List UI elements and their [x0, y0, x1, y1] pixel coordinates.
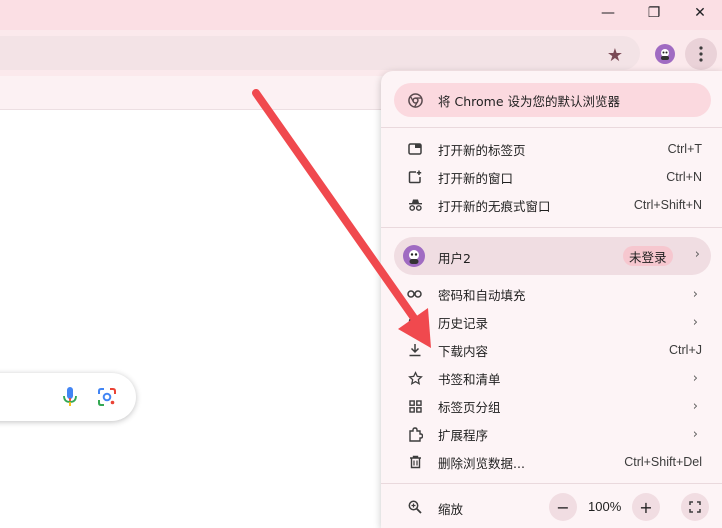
- menu-item-label: 标签页分组: [438, 399, 501, 415]
- menu-item-new-window[interactable]: 打开新的窗口 Ctrl+N: [381, 163, 722, 191]
- set-default-browser-banner[interactable]: 将 Chrome 设为您的默认浏览器: [394, 83, 711, 117]
- title-bar: — ❐ ✕: [0, 0, 722, 30]
- zoom-label: 缩放: [438, 502, 464, 517]
- chevron-right-icon: ›: [692, 398, 698, 414]
- chrome-logo-icon: [407, 92, 423, 108]
- chevron-right-icon: ›: [692, 370, 698, 386]
- google-lens-icon[interactable]: [97, 387, 117, 407]
- menu-item-label: 打开新的无痕式窗口: [438, 198, 551, 214]
- fullscreen-icon: [689, 501, 701, 513]
- chevron-right-icon: ›: [692, 426, 698, 442]
- chrome-menu-button[interactable]: [685, 38, 717, 70]
- chevron-right-icon: ›: [694, 247, 700, 262]
- zoom-out-button[interactable]: −: [549, 493, 577, 521]
- shortcut-label: Ctrl+Shift+Del: [624, 455, 702, 469]
- menu-item-label: 密码和自动填充: [438, 287, 526, 303]
- more-vert-icon: [699, 46, 703, 62]
- new-window-icon: [407, 169, 423, 185]
- zoom-row: 缩放 − 100% +: [381, 492, 722, 522]
- new-tab-icon: [407, 141, 423, 157]
- profile-row[interactable]: 用户2 未登录 ›: [394, 237, 711, 275]
- shortcut-label: Ctrl+J: [669, 343, 702, 357]
- close-window-button[interactable]: ✕: [677, 0, 722, 26]
- key-icon: [407, 286, 423, 302]
- fullscreen-button[interactable]: [681, 493, 709, 521]
- profile-avatar-icon[interactable]: [655, 44, 675, 64]
- shortcut-label: Ctrl+T: [667, 142, 702, 156]
- download-icon: [407, 342, 423, 358]
- google-search-box[interactable]: [0, 373, 136, 421]
- profile-name: 用户2: [438, 251, 471, 266]
- menu-item-label: 历史记录: [438, 315, 489, 331]
- menu-item-extensions[interactable]: 扩展程序 ›: [381, 420, 722, 448]
- menu-item-label: 打开新的标签页: [438, 142, 526, 158]
- history-icon: [407, 314, 423, 330]
- menu-item-downloads[interactable]: 下载内容 Ctrl+J: [381, 336, 722, 364]
- menu-item-passwords[interactable]: 密码和自动填充 ›: [381, 280, 722, 308]
- menu-item-label: 下载内容: [438, 343, 489, 359]
- default-browser-label: 将 Chrome 设为您的默认浏览器: [438, 93, 620, 109]
- incognito-icon: [407, 197, 423, 213]
- zoom-in-button[interactable]: +: [632, 493, 660, 521]
- chevron-right-icon: ›: [692, 314, 698, 330]
- menu-item-history[interactable]: 历史记录 ›: [381, 308, 722, 336]
- menu-divider: [381, 127, 722, 128]
- grid-icon: [407, 398, 423, 414]
- trash-icon: [407, 454, 423, 470]
- menu-item-new-tab[interactable]: 打开新的标签页 Ctrl+T: [381, 135, 722, 163]
- chrome-main-menu: 将 Chrome 设为您的默认浏览器 打开新的标签页 Ctrl+T 打开新的窗口…: [381, 71, 722, 528]
- zoom-icon: [407, 499, 423, 515]
- menu-item-label: 书签和清单: [438, 371, 501, 387]
- chevron-right-icon: ›: [692, 286, 698, 302]
- zoom-level: 100%: [588, 499, 622, 514]
- menu-item-clear-data[interactable]: 删除浏览数据... Ctrl+Shift+Del: [381, 448, 722, 476]
- profile-avatar-icon: [403, 245, 425, 267]
- address-bar[interactable]: ★: [0, 36, 640, 70]
- restore-button[interactable]: ❐: [631, 0, 677, 26]
- puzzle-icon: [407, 426, 423, 442]
- menu-item-label: 打开新的窗口: [438, 170, 514, 186]
- shortcut-label: Ctrl+N: [666, 170, 702, 184]
- minimize-button[interactable]: —: [585, 0, 631, 26]
- star-outline-icon: [407, 370, 423, 386]
- menu-item-incognito[interactable]: 打开新的无痕式窗口 Ctrl+Shift+N: [381, 191, 722, 219]
- menu-item-label: 扩展程序: [438, 427, 489, 443]
- browser-toolbar: ★: [0, 30, 722, 76]
- menu-item-label: 删除浏览数据...: [438, 455, 525, 471]
- signin-status-badge: 未登录: [623, 246, 673, 266]
- menu-item-tab-groups[interactable]: 标签页分组 ›: [381, 392, 722, 420]
- voice-search-icon[interactable]: [62, 386, 78, 408]
- menu-divider: [381, 483, 722, 484]
- menu-item-bookmarks[interactable]: 书签和清单 ›: [381, 364, 722, 392]
- shortcut-label: Ctrl+Shift+N: [633, 198, 702, 212]
- menu-divider: [381, 227, 722, 228]
- bookmark-star-icon[interactable]: ★: [604, 44, 626, 66]
